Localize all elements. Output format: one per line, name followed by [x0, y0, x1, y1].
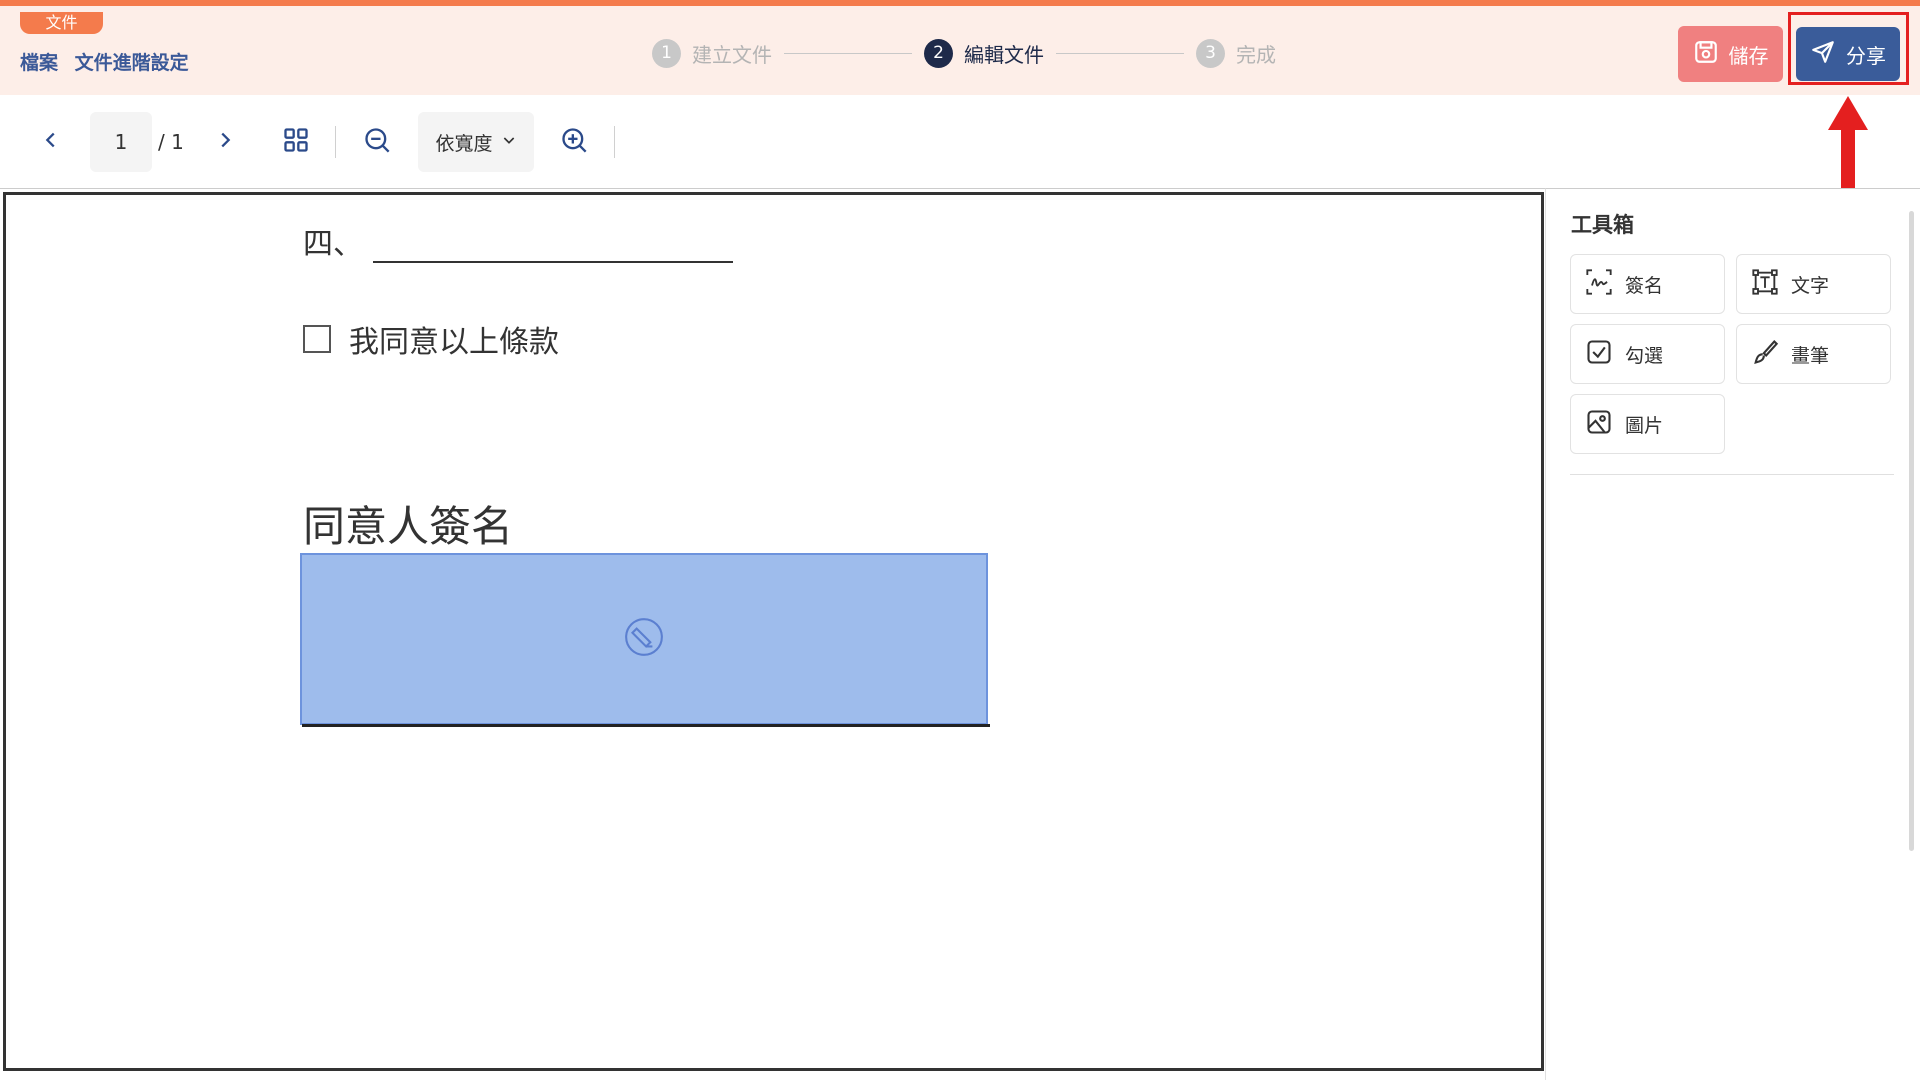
tool-label: 文字	[1791, 274, 1830, 297]
zoom-mode-select[interactable]: 依寬度	[418, 112, 534, 172]
toolbar-divider	[614, 126, 615, 158]
save-icon	[1693, 39, 1719, 70]
file-tag: 文件	[20, 12, 103, 34]
chevron-down-icon	[501, 131, 517, 153]
agreement-checkbox[interactable]	[303, 325, 331, 353]
zoom-in-button[interactable]	[554, 122, 594, 162]
page-number-input[interactable]: 1	[90, 112, 152, 172]
prev-page-button[interactable]	[34, 122, 68, 162]
annotation-arrow-head	[1828, 96, 1868, 130]
save-button[interactable]: 儲存	[1678, 26, 1783, 82]
brush-icon	[1751, 338, 1779, 371]
document-item-four: 四、	[303, 219, 733, 263]
toolbar-divider	[335, 126, 336, 158]
step-create: 1 建立文件	[652, 38, 772, 68]
header-bar: 文件 檔案 文件進階設定 1 建立文件 2 編輯文件 3 完成 儲存 分享	[0, 6, 1920, 95]
signature-icon	[1585, 268, 1613, 301]
signer-title: 同意人簽名	[303, 502, 514, 551]
toolbox-scrollbar[interactable]	[1909, 211, 1914, 851]
signature-pen-icon	[623, 616, 665, 662]
toolbox-title: 工具箱	[1571, 213, 1634, 237]
grid-icon	[282, 126, 310, 158]
page-total: / 1	[158, 130, 184, 154]
tool-label: 簽名	[1625, 274, 1664, 297]
step-done: 3 完成	[1196, 38, 1276, 68]
step-edit: 2 編輯文件	[924, 38, 1044, 68]
tool-brush[interactable]: 畫筆	[1736, 324, 1891, 384]
zoom-out-button[interactable]	[357, 122, 397, 162]
agreement-text: 我同意以上條款	[349, 325, 559, 360]
toolbox-separator	[1570, 474, 1894, 475]
signature-underline	[302, 724, 990, 727]
step-label: 編輯文件	[964, 42, 1044, 67]
zoom-mode-value: 依寬度	[435, 132, 493, 155]
step-number: 3	[1196, 38, 1225, 68]
breadcrumb-item-advanced-settings: 文件進階設定	[74, 52, 189, 74]
viewer-toolbar: 1 / 1 依寬度	[0, 95, 1920, 188]
share-highlight-annotation	[1788, 12, 1909, 85]
stepper: 1 建立文件 2 編輯文件 3 完成	[652, 36, 1276, 70]
image-icon	[1585, 408, 1613, 441]
step-label: 建立文件	[692, 42, 772, 67]
tool-signature[interactable]: 簽名	[1570, 254, 1725, 314]
thumbnail-grid-button[interactable]	[276, 122, 316, 162]
tool-label: 畫筆	[1791, 344, 1830, 367]
signature-field[interactable]	[300, 553, 988, 725]
step-number: 2	[924, 38, 953, 68]
chevron-left-icon	[40, 129, 62, 155]
save-label: 儲存	[1728, 43, 1769, 68]
annotation-arrow-shaft	[1841, 128, 1855, 188]
chevron-right-icon	[214, 129, 236, 155]
zoom-out-icon	[363, 126, 391, 158]
tool-label: 勾選	[1625, 344, 1664, 367]
step-connector	[784, 52, 912, 54]
toolbox-panel: 工具箱 簽名 文字 勾選 畫筆 圖片	[1545, 188, 1920, 1080]
text-box-icon	[1751, 268, 1779, 301]
document-viewer[interactable]: 四、 我同意以上條款 同意人簽名	[0, 188, 1545, 1080]
tool-label: 圖片	[1625, 414, 1664, 437]
tool-image[interactable]: 圖片	[1570, 394, 1725, 454]
breadcrumb: 檔案 文件進階設定	[20, 48, 199, 75]
step-label: 完成	[1236, 42, 1276, 67]
agreement-checkbox-row: 我同意以上條款	[303, 317, 559, 361]
document-page: 四、 我同意以上條款 同意人簽名	[3, 192, 1544, 1071]
zoom-in-icon	[560, 126, 588, 158]
checkbox-icon	[1585, 338, 1613, 371]
blank-line	[373, 237, 733, 263]
tool-text[interactable]: 文字	[1736, 254, 1891, 314]
item-four-label: 四、	[303, 227, 363, 262]
breadcrumb-item-file[interactable]: 檔案	[20, 52, 58, 74]
tool-checkbox[interactable]: 勾選	[1570, 324, 1725, 384]
step-number: 1	[652, 38, 681, 68]
step-connector	[1056, 52, 1184, 54]
next-page-button[interactable]	[208, 122, 242, 162]
